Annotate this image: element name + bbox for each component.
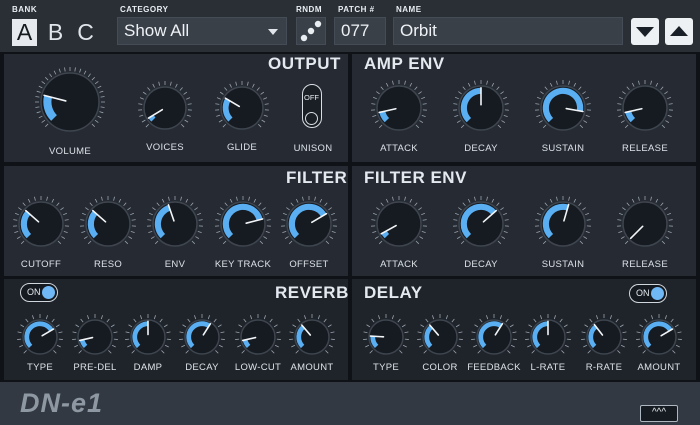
amount-label: AMOUNT bbox=[290, 362, 334, 373]
top-bar: BANK A B C CATEGORY Show All RNDM PATCH … bbox=[0, 0, 700, 52]
delay-title: DELAY bbox=[364, 283, 423, 302]
glide-knob[interactable] bbox=[211, 77, 273, 139]
fenv-attack-knob[interactable] bbox=[367, 192, 431, 256]
color-knob[interactable] bbox=[413, 310, 467, 364]
patch-number-field[interactable]: 077 bbox=[334, 17, 386, 45]
fenv-sustain-knob[interactable] bbox=[531, 192, 595, 256]
amp-attack-label: ATTACK bbox=[380, 143, 418, 154]
reverb-title: REVERB bbox=[275, 283, 349, 302]
filter-title: FILTER bbox=[286, 168, 348, 187]
category-label: CATEGORY bbox=[120, 5, 169, 14]
glide-label: GLIDE bbox=[226, 142, 257, 153]
filter-env-title: FILTER ENV bbox=[364, 168, 467, 187]
knob-body bbox=[240, 319, 276, 355]
knob-body bbox=[622, 85, 668, 131]
footer-bar: DN-e1 ^^^ bbox=[0, 382, 700, 425]
switch-dot-icon bbox=[305, 112, 318, 125]
logo-text: DN-e1 bbox=[20, 388, 104, 418]
knob-body bbox=[376, 85, 422, 131]
dly-amount-knob[interactable] bbox=[632, 310, 686, 364]
fenv-decay-knob[interactable] bbox=[449, 192, 513, 256]
reso-knob[interactable] bbox=[76, 192, 140, 256]
category-select[interactable]: Show All bbox=[117, 17, 287, 45]
low-cut-knob[interactable] bbox=[231, 310, 285, 364]
chevron-down-icon bbox=[268, 29, 278, 35]
env-knob[interactable] bbox=[143, 192, 207, 256]
knob-body bbox=[143, 86, 187, 130]
delay-on-toggle[interactable]: ON bbox=[629, 284, 667, 303]
knob-pointer bbox=[369, 335, 385, 338]
category-value: Show All bbox=[124, 21, 190, 40]
delay-toggle-text: ON bbox=[636, 288, 650, 298]
damp-knob[interactable] bbox=[121, 310, 175, 364]
dice-icon bbox=[300, 20, 322, 42]
fenv-release-label: RELEASE bbox=[622, 259, 668, 270]
r-rate-knob[interactable] bbox=[577, 310, 631, 364]
prev-patch-button[interactable] bbox=[665, 18, 693, 45]
patch-label: PATCH # bbox=[338, 5, 375, 14]
knob-body bbox=[77, 319, 113, 355]
bank-c-button[interactable]: C bbox=[73, 19, 98, 46]
amount-knob[interactable] bbox=[285, 310, 339, 364]
cutoff-knob[interactable] bbox=[9, 192, 73, 256]
name-label: NAME bbox=[396, 5, 422, 14]
knob-body bbox=[622, 201, 668, 247]
l-rate-knob[interactable] bbox=[521, 310, 575, 364]
amp-sustain-knob[interactable] bbox=[531, 76, 595, 140]
volume-label: VOLUME bbox=[49, 146, 91, 157]
fenv-sustain-label: SUSTAIN bbox=[541, 259, 585, 270]
offset-label: OFFSET bbox=[289, 259, 329, 270]
toggle-dot-icon bbox=[42, 286, 55, 299]
expand-button[interactable]: ^^^ bbox=[640, 405, 678, 422]
reverb-on-toggle[interactable]: ON bbox=[20, 283, 58, 302]
fenv-decay-label: DECAY bbox=[464, 259, 498, 270]
bank-a-button[interactable]: A bbox=[12, 19, 37, 46]
unison-label: UNISON bbox=[293, 143, 333, 154]
fenv-attack-label: ATTACK bbox=[380, 259, 418, 270]
amp-attack-knob[interactable] bbox=[367, 76, 431, 140]
output-title: OUTPUT bbox=[268, 54, 341, 73]
rev-decay-knob[interactable] bbox=[175, 310, 229, 364]
bank-b-button[interactable]: B bbox=[43, 19, 68, 46]
feedback-knob[interactable] bbox=[467, 310, 521, 364]
dly-amount-label: AMOUNT bbox=[637, 362, 681, 373]
offset-knob[interactable] bbox=[277, 192, 341, 256]
dly-type-knob[interactable] bbox=[359, 310, 413, 364]
pre-del-knob[interactable] bbox=[68, 310, 122, 364]
voices-label: VOICES bbox=[146, 142, 184, 153]
reverb-toggle-text: ON bbox=[27, 287, 41, 297]
next-patch-button[interactable] bbox=[631, 18, 659, 45]
bank-label: BANK bbox=[12, 5, 38, 14]
knob-body bbox=[376, 201, 422, 247]
unison-switch[interactable]: OFF bbox=[302, 84, 322, 128]
randomize-button[interactable] bbox=[296, 17, 326, 45]
voices-knob[interactable] bbox=[134, 77, 196, 139]
amp-release-label: RELEASE bbox=[622, 143, 668, 154]
rev-type-knob[interactable] bbox=[13, 310, 67, 364]
toggle-dot-icon bbox=[651, 287, 664, 300]
amp-env-title: AMP ENV bbox=[364, 54, 445, 73]
unison-switch-text: OFF bbox=[304, 93, 319, 102]
key-track-knob[interactable] bbox=[211, 192, 275, 256]
amp-decay-knob[interactable] bbox=[449, 76, 513, 140]
rndm-label: RNDM bbox=[296, 5, 322, 14]
patch-name-field[interactable]: Orbit bbox=[393, 17, 623, 45]
amp-decay-label: DECAY bbox=[464, 143, 498, 154]
amp-release-knob[interactable] bbox=[613, 76, 677, 140]
arrow-down-icon bbox=[636, 27, 654, 37]
arrow-up-icon bbox=[670, 26, 688, 36]
amp-sustain-label: SUSTAIN bbox=[541, 143, 585, 154]
volume-knob[interactable] bbox=[31, 63, 109, 141]
fenv-release-knob[interactable] bbox=[613, 192, 677, 256]
